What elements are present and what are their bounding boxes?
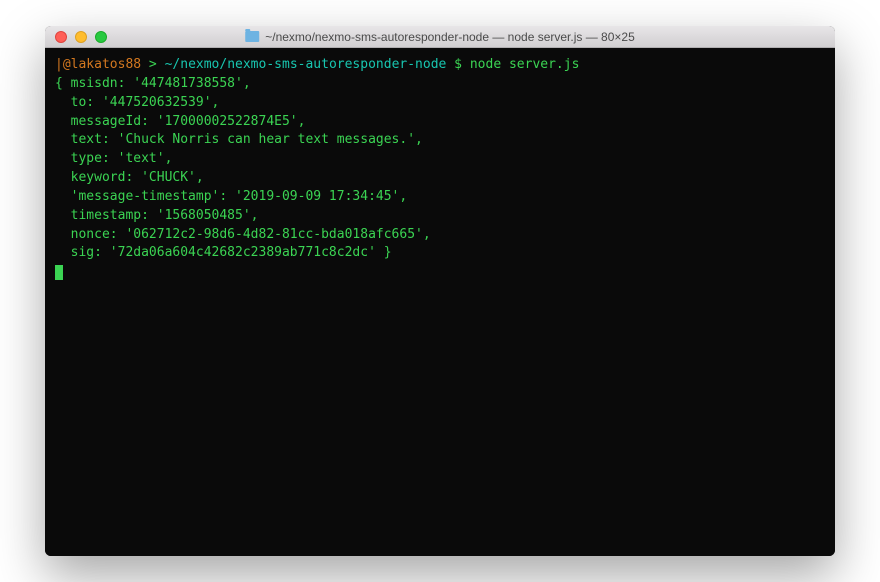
prompt-bracket: | <box>55 57 63 72</box>
folder-icon <box>245 31 259 42</box>
cursor-icon <box>55 265 63 280</box>
output-line: keyword: 'CHUCK', <box>55 169 825 188</box>
prompt-command: node server.js <box>470 57 580 72</box>
output-line: { msisdn: '447481738558', <box>55 75 825 94</box>
window-titlebar: ~/nexmo/nexmo-sms-autoresponder-node — n… <box>45 26 835 48</box>
window-title: ~/nexmo/nexmo-sms-autoresponder-node — n… <box>245 30 635 44</box>
prompt-dollar: $ <box>446 57 469 72</box>
close-icon[interactable] <box>55 31 67 43</box>
output-line: messageId: '17000002522874E5', <box>55 113 825 132</box>
output-line: sig: '72da06a604c42682c2389ab771c8c2dc' … <box>55 244 825 263</box>
output-line: nonce: '062712c2-98d6-4d82-81cc-bda018af… <box>55 226 825 245</box>
terminal-body[interactable]: |@lakatos88 > ~/nexmo/nexmo-sms-autoresp… <box>45 48 835 556</box>
output-line: 'message-timestamp': '2019-09-09 17:34:4… <box>55 188 825 207</box>
traffic-lights <box>45 31 107 43</box>
output-line: to: '447520632539', <box>55 94 825 113</box>
window-title-text: ~/nexmo/nexmo-sms-autoresponder-node — n… <box>265 30 635 44</box>
output-line: text: 'Chuck Norris can hear text messag… <box>55 131 825 150</box>
minimize-icon[interactable] <box>75 31 87 43</box>
cursor-line <box>55 263 825 282</box>
prompt-line: |@lakatos88 > ~/nexmo/nexmo-sms-autoresp… <box>55 56 825 75</box>
prompt-sep: > <box>141 57 164 72</box>
prompt-user: @lakatos88 <box>63 57 141 72</box>
output-line: timestamp: '1568050485', <box>55 207 825 226</box>
terminal-window: ~/nexmo/nexmo-sms-autoresponder-node — n… <box>45 26 835 556</box>
maximize-icon[interactable] <box>95 31 107 43</box>
prompt-cwd: ~/nexmo/nexmo-sms-autoresponder-node <box>165 57 447 72</box>
output-line: type: 'text', <box>55 150 825 169</box>
